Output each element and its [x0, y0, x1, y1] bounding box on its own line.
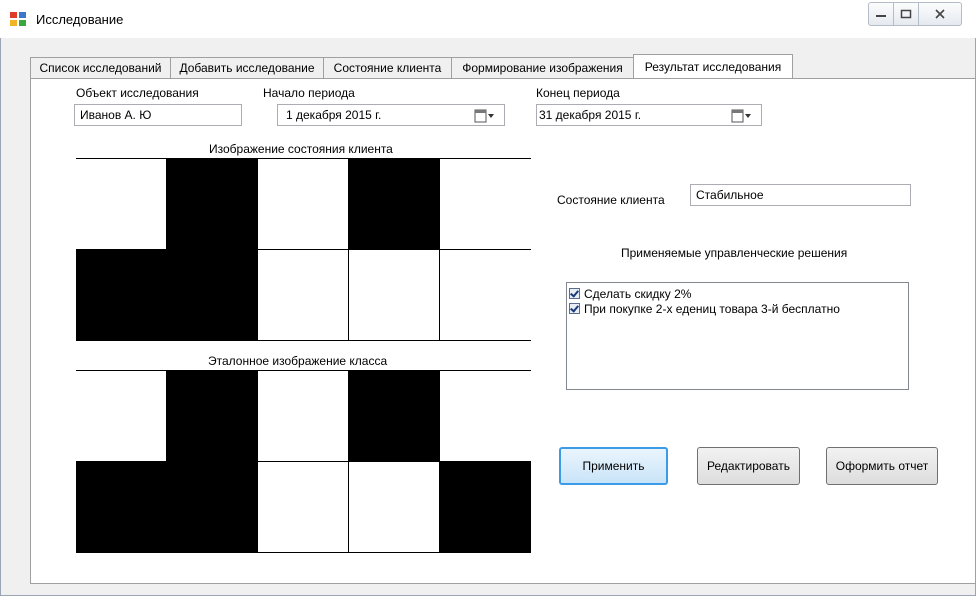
tab-add-study[interactable]: Добавить исследование — [170, 57, 324, 78]
start-period-label: Начало периода — [263, 86, 355, 100]
image-cell-black — [76, 250, 167, 341]
image-cell-black — [167, 159, 258, 250]
maximize-icon — [900, 9, 912, 19]
client-state-label: Состояние клиента — [557, 193, 665, 207]
decisions-checklist[interactable]: Сделать скидку 2% При покупке 2-х едениц… — [566, 282, 909, 390]
image-cell-black — [76, 462, 167, 553]
object-label: Объект исследования — [76, 86, 199, 100]
image-cell-white — [440, 159, 531, 250]
object-field[interactable]: Иванов А. Ю — [74, 104, 242, 126]
edit-button[interactable]: Редактировать — [697, 447, 800, 485]
decision-item-discount[interactable]: Сделать скидку 2% — [569, 286, 906, 301]
image-cell-white — [258, 462, 349, 553]
apply-button[interactable]: Применить — [559, 447, 668, 485]
image-cell-white — [349, 250, 440, 341]
report-button[interactable]: Оформить отчет — [826, 447, 938, 485]
tab-label: Формирование изображения — [462, 61, 623, 75]
close-button[interactable] — [918, 2, 962, 26]
image-cell-black — [167, 462, 258, 553]
tab-label: Список исследований — [39, 61, 162, 75]
start-period-picker[interactable]: 1 декабря 2015 г. — [277, 104, 505, 126]
image-cell-black — [440, 462, 531, 553]
tab-study-result[interactable]: Результат исследования — [633, 54, 793, 78]
start-period-value: 1 декабря 2015 г. — [286, 108, 382, 122]
tab-study-list[interactable]: Список исследований — [30, 57, 171, 78]
client-image-grid — [76, 158, 531, 341]
image-cell-white — [258, 159, 349, 250]
decision-label: При покупке 2-х едениц товара 3-й беспла… — [584, 301, 840, 316]
decision-item-free-third[interactable]: При покупке 2-х едениц товара 3-й беспла… — [569, 301, 906, 316]
checkbox-checked-icon[interactable] — [569, 303, 580, 314]
decisions-title: Применяемые управленческие решения — [621, 246, 848, 260]
reference-image-title: Эталонное изображение класса — [208, 354, 388, 368]
minimize-icon — [876, 15, 886, 17]
tab-label: Результат исследования — [644, 59, 782, 74]
minimize-button[interactable] — [868, 2, 894, 26]
image-cell-white — [258, 250, 349, 341]
maximize-button[interactable] — [893, 2, 919, 26]
tab-image-formation[interactable]: Формирование изображения — [451, 57, 634, 78]
image-cell-black — [167, 371, 258, 462]
tab-label: Добавить исследование — [179, 61, 315, 75]
image-cell-white — [349, 462, 440, 553]
image-cell-black — [349, 371, 440, 462]
image-cell-white — [76, 371, 167, 462]
close-icon — [935, 9, 945, 19]
window-title: Исследование — [36, 12, 124, 27]
decision-label: Сделать скидку 2% — [584, 286, 692, 301]
calendar-dropdown-icon — [474, 109, 494, 123]
image-cell-white — [440, 371, 531, 462]
title-bar: Исследование — [0, 0, 976, 38]
end-period-label: Конец периода — [536, 86, 620, 100]
image-cell-white — [76, 159, 167, 250]
image-cell-white — [258, 371, 349, 462]
reference-image-grid — [76, 370, 531, 553]
end-period-value: 31 декабря 2015 г. — [539, 108, 642, 122]
tab-client-state[interactable]: Состояние клиента — [323, 57, 452, 78]
image-cell-black — [167, 250, 258, 341]
client-state-field[interactable]: Стабильное — [690, 184, 911, 206]
checkbox-checked-icon[interactable] — [569, 288, 580, 299]
tab-label: Состояние клиента — [333, 61, 442, 75]
image-cell-black — [349, 159, 440, 250]
end-period-picker[interactable]: 31 декабря 2015 г. — [536, 104, 762, 126]
calendar-dropdown-icon — [731, 109, 751, 123]
client-image-title: Изображение состояния клиента — [209, 142, 393, 156]
image-cell-white — [440, 250, 531, 341]
app-icon — [10, 12, 26, 26]
